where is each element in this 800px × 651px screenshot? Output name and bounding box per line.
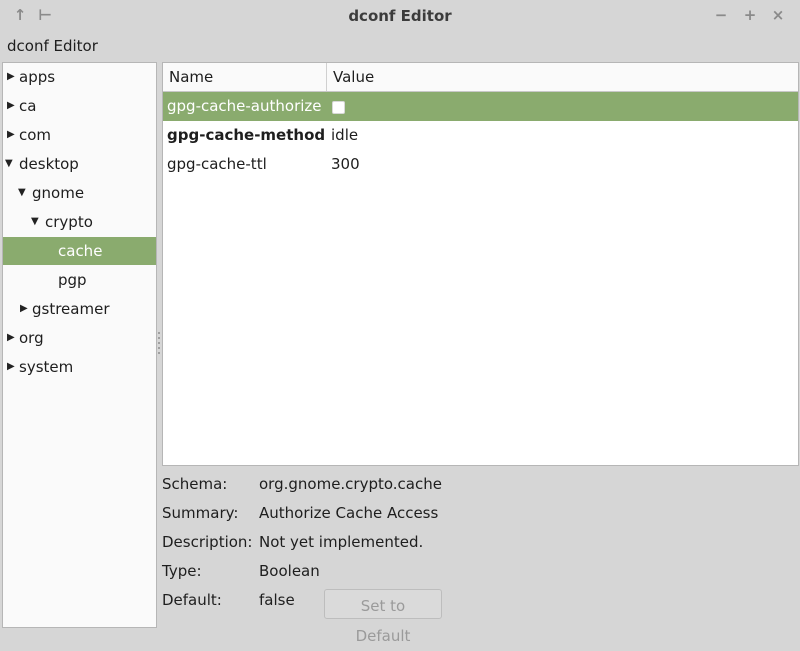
- pane-resize-handle[interactable]: [157, 332, 161, 358]
- tree-item-org[interactable]: ▶ org: [3, 324, 156, 352]
- menu-bar: dconf Editor: [0, 33, 800, 60]
- expander-expanded-icon[interactable]: ▼: [31, 208, 41, 236]
- set-to-default-button[interactable]: Set to Default: [324, 589, 442, 645]
- tree-item-ca[interactable]: ▶ ca: [3, 92, 156, 120]
- value-checkbox[interactable]: [332, 101, 345, 114]
- detail-value: Authorize Cache Access: [259, 504, 439, 522]
- tree-item-pgp[interactable]: pgp: [3, 266, 156, 294]
- detail-label: Schema:: [162, 475, 228, 493]
- expander-collapsed-icon[interactable]: ▶: [7, 353, 17, 381]
- tree-item-system[interactable]: ▶ system: [3, 353, 156, 381]
- minimize-icon[interactable]: −: [710, 4, 732, 26]
- tree-item-crypto[interactable]: ▼ crypto: [3, 208, 156, 236]
- title-bar: ↑ ⊢ dconf Editor − + ×: [0, 0, 800, 33]
- tree-item-label: desktop: [19, 155, 79, 173]
- expander-collapsed-icon[interactable]: ▶: [20, 295, 30, 323]
- tree-item-label: org: [19, 329, 44, 347]
- tree-item-apps[interactable]: ▶ apps: [3, 63, 156, 91]
- column-header-name[interactable]: Name: [163, 63, 326, 91]
- close-icon[interactable]: ×: [767, 4, 789, 26]
- key-name: gpg-cache-method: [167, 126, 326, 144]
- tree-item-label: pgp: [58, 271, 87, 289]
- key-name: gpg-cache-authorize: [167, 97, 322, 115]
- tree-item-label: gstreamer: [32, 300, 110, 318]
- table-row[interactable]: gpg-cache-method idle: [163, 121, 798, 150]
- tree-item-com[interactable]: ▶ com: [3, 121, 156, 149]
- tree-item-label: cache: [58, 242, 103, 260]
- tree-item-label: com: [19, 126, 52, 144]
- expander-collapsed-icon[interactable]: ▶: [7, 324, 17, 352]
- tree-item-label: gnome: [32, 184, 85, 202]
- table-row[interactable]: gpg-cache-ttl 300: [163, 150, 798, 179]
- expander-expanded-icon[interactable]: ▼: [5, 150, 15, 178]
- detail-value: false: [259, 591, 295, 609]
- app-menu[interactable]: dconf Editor: [7, 37, 98, 55]
- key-details: Schema: org.gnome.crypto.cache Summary: …: [162, 470, 797, 645]
- expander-collapsed-icon[interactable]: ▶: [7, 63, 17, 91]
- expander-collapsed-icon[interactable]: ▶: [7, 92, 17, 120]
- tree-item-gnome[interactable]: ▼ gnome: [3, 179, 156, 207]
- tree-item-label: apps: [19, 68, 56, 86]
- table-header: Name Value: [163, 63, 798, 92]
- key-name: gpg-cache-ttl: [167, 155, 267, 173]
- window-title: dconf Editor: [348, 7, 452, 25]
- maximize-icon[interactable]: +: [739, 4, 761, 26]
- table-row[interactable]: gpg-cache-authorize: [163, 92, 798, 121]
- detail-value: Boolean: [259, 562, 320, 580]
- detail-value: org.gnome.crypto.cache: [259, 475, 442, 493]
- detail-label: Type:: [162, 562, 202, 580]
- detail-label: Description:: [162, 533, 253, 551]
- tree-item-label: ca: [19, 97, 37, 115]
- expander-collapsed-icon[interactable]: ▶: [7, 121, 17, 149]
- key-tree[interactable]: ▶ apps ▶ ca ▶ com ▼ desktop ▼ gnome ▼ cr…: [2, 62, 157, 628]
- tree-item-desktop[interactable]: ▼ desktop: [3, 150, 156, 178]
- column-header-value[interactable]: Value: [326, 63, 793, 91]
- tree-item-gstreamer[interactable]: ▶ gstreamer: [3, 295, 156, 323]
- key-value[interactable]: 300: [331, 150, 360, 179]
- detail-label: Default:: [162, 591, 222, 609]
- key-value[interactable]: idle: [331, 121, 358, 150]
- detail-label: Summary:: [162, 504, 239, 522]
- tree-item-cache[interactable]: cache: [3, 237, 156, 265]
- detail-value: Not yet implemented.: [259, 533, 424, 551]
- keys-table: Name Value gpg-cache-authorize gpg-cache…: [162, 62, 799, 466]
- expander-expanded-icon[interactable]: ▼: [18, 179, 28, 207]
- tree-item-label: system: [19, 358, 74, 376]
- tree-item-label: crypto: [45, 213, 93, 231]
